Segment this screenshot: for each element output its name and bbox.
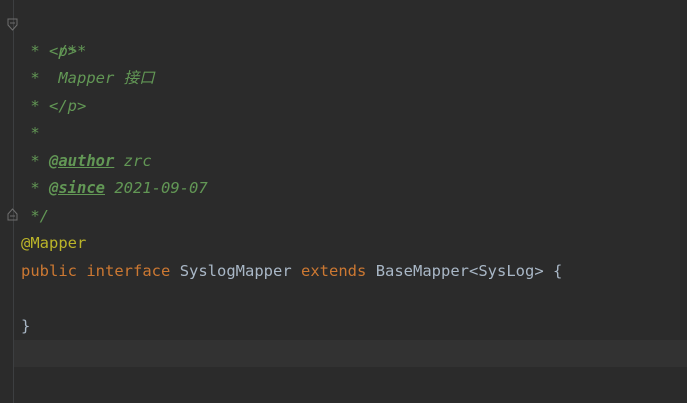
code-line-3: * Mapper 接口 — [21, 65, 155, 92]
since-tag: @since — [49, 179, 105, 197]
code-editor[interactable]: /** * <p> * Mapper 接口 * </p> * * @author… — [0, 0, 687, 403]
code-line-6: * @author zrc — [21, 148, 152, 175]
doc-comment-prefix: * — [21, 152, 49, 170]
keyword-interface: interface — [86, 262, 171, 280]
code-line-10: public interface SyslogMapper extends Ba… — [21, 258, 562, 285]
doc-comment-prefix: * — [21, 179, 49, 197]
since-value: 2021-09-07 — [105, 179, 208, 197]
super-type: BaseMapper<SysLog> — [375, 262, 544, 280]
code-line-4: * </p> — [21, 93, 86, 120]
current-line-highlight — [14, 340, 687, 367]
close-brace: } — [21, 317, 31, 335]
fold-start-icon[interactable] — [7, 18, 18, 31]
doc-html-tag: <p> — [49, 42, 77, 60]
code-line-12: } — [21, 313, 30, 340]
code-line-7: * @since 2021-09-07 — [21, 175, 208, 202]
doc-comment-prefix: * — [21, 42, 49, 60]
author-value: zrc — [114, 152, 152, 170]
keyword-public: public — [21, 262, 77, 280]
doc-comment-close: */ — [21, 207, 49, 225]
code-line-9: @Mapper — [21, 230, 86, 257]
doc-description: Mapper 接口 — [58, 69, 155, 87]
author-tag: @author — [49, 152, 115, 170]
doc-comment-prefix: * — [21, 97, 49, 115]
doc-comment-prefix: * — [21, 124, 40, 142]
doc-comment-prefix: * — [21, 69, 59, 87]
keyword-extends: extends — [301, 262, 367, 280]
code-line-2: * <p> — [21, 38, 77, 65]
code-line-1: /** — [21, 11, 86, 60]
code-line-8: */ — [21, 203, 49, 230]
fold-end-icon[interactable] — [7, 208, 18, 221]
mapper-annotation: @Mapper — [21, 234, 87, 252]
doc-html-tag: </p> — [49, 97, 87, 115]
interface-name: SyslogMapper — [179, 262, 292, 280]
open-brace: { — [553, 262, 563, 280]
code-line-5: * — [21, 120, 40, 147]
